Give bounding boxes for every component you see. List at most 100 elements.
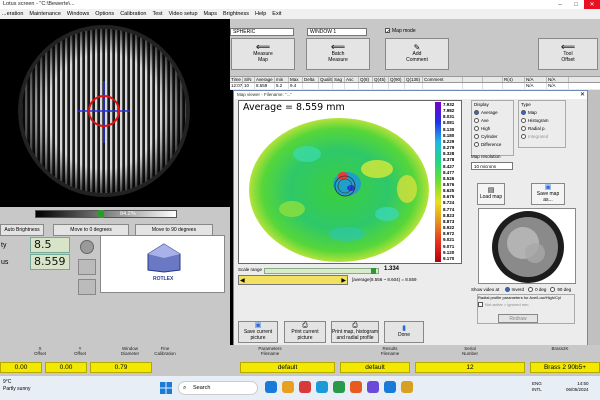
done-button[interactable]: ▮ Done xyxy=(384,321,424,343)
add-comment-button[interactable]: ✎ Add Comment xyxy=(385,38,449,70)
bottom-value[interactable]: default xyxy=(340,362,410,373)
taskbar-app-icon[interactable] xyxy=(367,381,379,393)
table-header-cell: Sag xyxy=(333,77,345,82)
menu-item[interactable]: Test xyxy=(152,9,162,19)
checkbox-icon xyxy=(478,302,483,308)
map-viewer-close-button[interactable]: ✕ xyxy=(578,91,587,99)
scale-label: 8.081 xyxy=(443,120,455,126)
language-indicator[interactable]: ENG INTL xyxy=(532,381,542,393)
window-select[interactable]: WINDOW 1 xyxy=(307,28,367,36)
table-cell: N/A xyxy=(547,83,569,89)
round-button-gray[interactable] xyxy=(80,240,94,254)
batch-measure-button[interactable]: ⟸ Batch Measure xyxy=(306,38,370,70)
bottom-header: Brass2K xyxy=(551,346,569,351)
display-option[interactable]: High xyxy=(474,125,513,133)
menu-item[interactable]: Exit xyxy=(272,9,281,19)
range-slider[interactable]: ◀ ▶ xyxy=(238,275,348,285)
menu-item[interactable]: Brightness xyxy=(223,9,249,19)
weather-desc: Partly sunny xyxy=(3,386,31,392)
redraw-button[interactable]: Redraw xyxy=(498,314,538,323)
load-map-button[interactable]: ▤ Load map xyxy=(477,183,505,205)
save-map-button[interactable]: ▣ Save map as... xyxy=(531,183,565,205)
taskbar-app-icon[interactable] xyxy=(333,381,345,393)
results-table: Time S/N Average min Max Delta Quality Sag Asc Q(… xyxy=(230,77,600,90)
type-option[interactable]: Histogram xyxy=(521,117,565,125)
small-button[interactable] xyxy=(78,279,96,295)
taskbar-app-icon[interactable] xyxy=(299,381,311,393)
resolution-select[interactable]: 10 microns xyxy=(471,162,513,170)
bottom-value[interactable]: 0.00 xyxy=(0,362,42,373)
video-option[interactable]: 0 deg xyxy=(528,287,546,293)
camera-view[interactable] xyxy=(0,19,230,207)
save-current-picture-button[interactable]: ▣ Save current picture xyxy=(238,321,278,343)
bottom-value[interactable]: default xyxy=(240,362,335,373)
table-row[interactable]: 12:07 10 8.559 5.2 9.4 N/A N/A xyxy=(230,83,600,89)
type-option[interactable]: Radial p. xyxy=(521,125,565,133)
close-button[interactable]: ✕ xyxy=(584,0,600,9)
taskbar-app-icon[interactable] xyxy=(384,381,396,393)
bottom-header: Y Offset xyxy=(74,346,86,356)
menu-item[interactable]: Calibration xyxy=(120,9,146,19)
table-header-cell: N/A xyxy=(525,77,547,82)
radial-check[interactable]: Not active = ignored mm xyxy=(478,302,574,308)
maximize-button[interactable]: □ xyxy=(568,0,584,9)
menu-bar: ...eration Maintenance Windows Options C… xyxy=(0,9,600,19)
average-label: Average = 8.559 mm xyxy=(243,102,345,113)
menu-item[interactable]: Maps xyxy=(204,9,217,19)
display-option[interactable]: Ave xyxy=(474,117,513,125)
map-viewer-window: Map viewer - Filename: "..." ✕ Average =… xyxy=(233,90,588,346)
display-option[interactable]: Difference xyxy=(474,141,513,149)
scale-label: 9.120 xyxy=(443,249,455,255)
bottom-value[interactable]: 12 xyxy=(415,362,525,373)
taskbar: 9°C Partly sunny ⌕ Search ENG INTL 14:50… xyxy=(0,375,600,400)
print-map-button[interactable]: ⎙ Print map, histogram and radial profil… xyxy=(331,321,379,343)
menu-item[interactable]: Windows xyxy=(67,9,89,19)
map-canvas[interactable]: Average = 8.559 mm 7.932 7.982 8.031 8.0… xyxy=(238,100,462,264)
bottom-value[interactable]: 0.00 xyxy=(45,362,87,373)
start-button[interactable] xyxy=(160,382,172,394)
map-mode-checkbox[interactable]: ✓ Map mode xyxy=(385,28,416,35)
scale-range-slider[interactable] xyxy=(264,268,379,274)
mode-select[interactable]: SPHERIC xyxy=(230,28,294,36)
clock-date: 06/05/2024 xyxy=(566,387,589,392)
radio-icon xyxy=(550,287,556,293)
arrow-button[interactable] xyxy=(78,259,96,275)
menu-item[interactable]: Maintenance xyxy=(29,9,61,19)
scale-label: 8.378 xyxy=(443,157,455,163)
taskbar-app-icon[interactable] xyxy=(350,381,362,393)
minimize-button[interactable]: – xyxy=(552,0,568,9)
table-header-cell: Q(45) xyxy=(373,77,389,82)
bottom-value[interactable]: 0.79 xyxy=(90,362,152,373)
table-header-cell: Max xyxy=(289,77,303,82)
search-box[interactable]: ⌕ Search xyxy=(178,381,258,395)
print-current-picture-button[interactable]: ⎙ Print current picture xyxy=(284,321,326,343)
window-title: Lotus screen - "C:\Bewerte\... xyxy=(3,1,75,7)
taskbar-app-icon[interactable] xyxy=(265,381,277,393)
type-option[interactable]: Map xyxy=(521,109,565,117)
display-option[interactable]: Cylinder xyxy=(474,133,513,141)
radio-icon xyxy=(521,118,526,124)
taskbar-app-icon[interactable] xyxy=(316,381,328,393)
video-options: Inverd 0 deg 90 deg xyxy=(501,287,571,293)
range-text: [average(8.556 ~ 8.604) = 8.559 xyxy=(352,277,417,282)
arrow-left-icon: ◀ xyxy=(240,278,245,284)
display-option[interactable]: Average xyxy=(474,109,513,117)
bottom-value[interactable]: Brass 2 90b5+ xyxy=(530,362,600,373)
clock[interactable]: 14:50 06/05/2024 xyxy=(566,381,589,393)
menu-item[interactable]: Options xyxy=(95,9,114,19)
brightness-bar[interactable]: 84.2% xyxy=(35,210,177,218)
video-option[interactable]: Inverd xyxy=(504,287,524,293)
weather-widget[interactable]: 9°C Partly sunny xyxy=(3,379,31,393)
tool-offset-button[interactable]: ⟸ Tool Offset xyxy=(538,38,598,70)
auto-brightness-button[interactable]: Auto Brightness xyxy=(0,224,44,236)
measure-map-button[interactable]: ⟸ Measure Map xyxy=(231,38,295,70)
taskbar-app-icon[interactable] xyxy=(401,381,413,393)
video-option[interactable]: 90 deg xyxy=(550,287,571,293)
taskbar-app-icon[interactable] xyxy=(282,381,294,393)
scale-label: 8.328 xyxy=(443,151,455,157)
type-option[interactable]: Integrated xyxy=(521,133,565,141)
menu-item[interactable]: Video setup xyxy=(169,9,198,19)
menu-item[interactable]: ...eration xyxy=(2,9,23,19)
menu-item[interactable]: Help xyxy=(255,9,266,19)
map-viewer-title: Map viewer - Filename: "..." xyxy=(234,91,587,99)
